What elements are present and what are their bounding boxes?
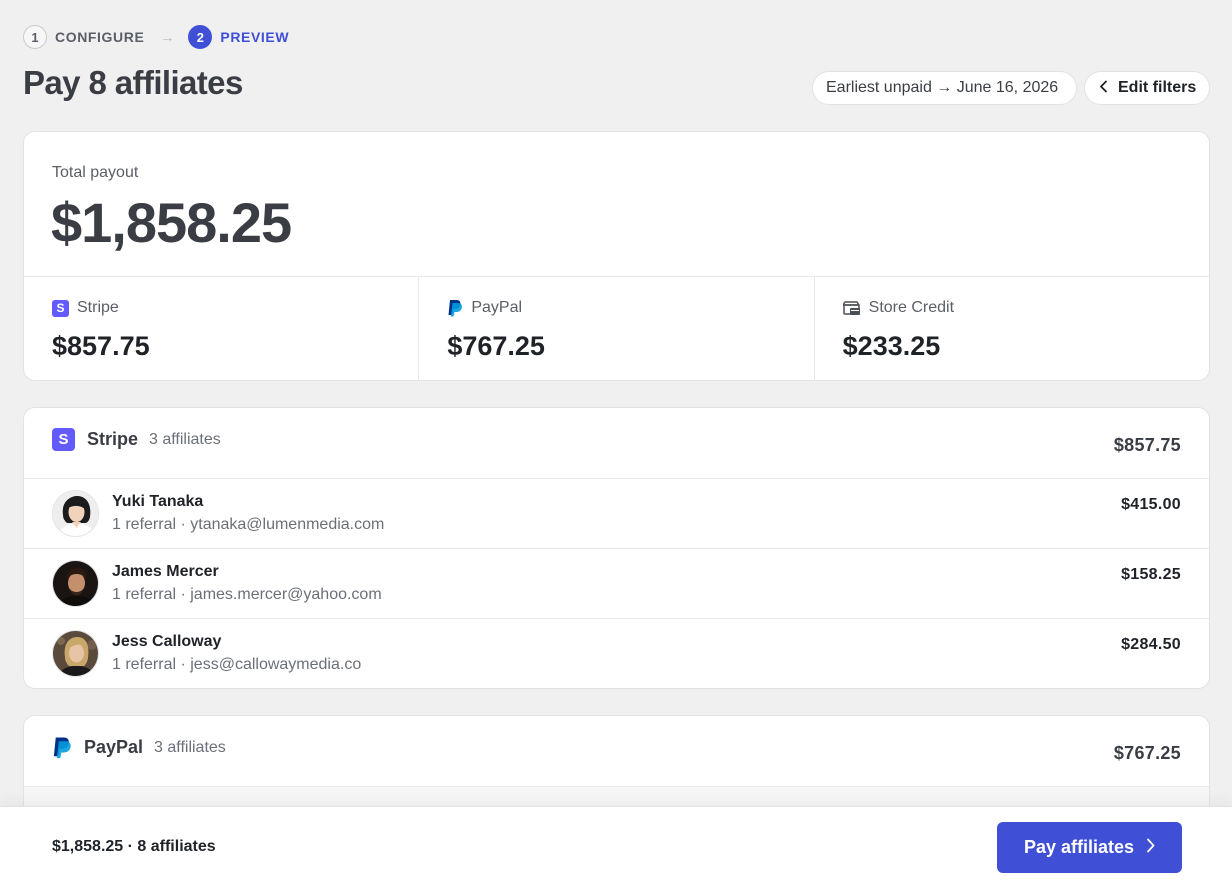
step-number: 2 xyxy=(188,25,213,49)
payout-methods: S Stripe $857.75 PayPal $767.25 Store Cr… xyxy=(24,276,1209,381)
affiliate-row[interactable]: Jess Calloway 1 referral · jess@calloway… xyxy=(24,619,1209,689)
store-credit-icon xyxy=(842,300,861,316)
stripe-icon: S xyxy=(52,299,69,317)
affiliate-amount: $158.25 xyxy=(1121,566,1181,583)
group-amount: $767.25 xyxy=(1113,743,1181,763)
step-label: PREVIEW xyxy=(220,29,290,45)
group-header[interactable]: S Stripe 3 affiliates $857.75 xyxy=(24,408,1209,479)
avatar xyxy=(52,630,99,677)
group-count: 3 affiliates xyxy=(154,738,226,756)
affiliate-amount: $284.50 xyxy=(1121,636,1181,653)
pay-affiliates-label: Pay affiliates xyxy=(1023,837,1135,857)
paypal-icon xyxy=(447,299,463,317)
group-name: Stripe xyxy=(87,429,139,449)
step-configure[interactable]: 1 CONFIGURE xyxy=(23,25,144,49)
affiliate-amount: $415.00 xyxy=(1121,496,1181,513)
method-name: Store Credit xyxy=(868,299,955,316)
total-payout-amount: $1,858.25 xyxy=(51,191,292,254)
step-label: CONFIGURE xyxy=(55,29,145,45)
total-payout-card: Total payout $1,858.25 S Stripe $857.75 … xyxy=(23,131,1210,381)
method-name: PayPal xyxy=(471,299,523,316)
step-preview: 2 PREVIEW xyxy=(188,25,289,49)
group-rows-area xyxy=(24,787,1209,807)
affiliate-details: 1 referral · jess@callowaymedia.co xyxy=(112,656,362,673)
method-paypal: PayPal $767.25 xyxy=(419,277,815,381)
affiliate-name: James Mercer xyxy=(112,563,219,580)
stripe-group-card: S Stripe 3 affiliates $857.75 Yuki Tanak… xyxy=(23,407,1210,689)
group-count: 3 affiliates xyxy=(149,430,221,448)
affiliate-details: 1 referral · ytanaka@lumenmedia.com xyxy=(112,516,385,533)
group-amount: $857.75 xyxy=(1113,435,1181,455)
method-amount: $767.25 xyxy=(447,331,545,361)
affiliate-details: 1 referral · james.mercer@yahoo.com xyxy=(112,586,382,603)
method-store-credit: Store Credit $233.25 xyxy=(815,277,1209,381)
stepper: 1 CONFIGURE → 2 PREVIEW xyxy=(23,25,289,49)
earliest-unpaid-pill: Earliest unpaid → June 16, 2026 xyxy=(812,71,1077,105)
avatar xyxy=(52,490,99,537)
affiliate-row[interactable]: Yuki Tanaka 1 referral · ytanaka@lumenme… xyxy=(24,479,1209,549)
arrow-right-icon: → xyxy=(160,29,175,45)
avatar xyxy=(52,560,99,607)
method-name: Stripe xyxy=(77,299,119,316)
chevron-left-icon xyxy=(1099,80,1108,97)
group-name: PayPal xyxy=(84,737,144,757)
paypal-icon xyxy=(52,736,72,759)
affiliate-name: Jess Calloway xyxy=(112,633,222,650)
affiliate-row[interactable]: James Mercer 1 referral · james.mercer@y… xyxy=(24,549,1209,619)
method-amount: $857.75 xyxy=(52,331,150,361)
affiliate-name: Yuki Tanaka xyxy=(112,493,204,510)
group-header[interactable]: PayPal 3 affiliates $767.25 xyxy=(24,716,1209,787)
method-stripe: S Stripe $857.75 xyxy=(24,277,420,381)
stripe-icon: S xyxy=(52,428,75,451)
step-number: 1 xyxy=(23,25,47,49)
edit-filters-button[interactable]: Edit filters xyxy=(1084,71,1210,105)
page-title: Pay 8 affiliates xyxy=(23,64,243,101)
footer-summary: $1,858.25 · 8 affiliates xyxy=(52,838,216,855)
edit-filters-label: Edit filters xyxy=(1118,79,1197,96)
footer-bar: $1,858.25 · 8 affiliates Pay affiliates xyxy=(0,806,1232,882)
pay-affiliates-button[interactable]: Pay affiliates xyxy=(997,822,1182,873)
total-payout-label: Total payout xyxy=(52,164,139,181)
chevron-right-icon xyxy=(1146,838,1155,858)
method-amount: $233.25 xyxy=(842,331,941,361)
